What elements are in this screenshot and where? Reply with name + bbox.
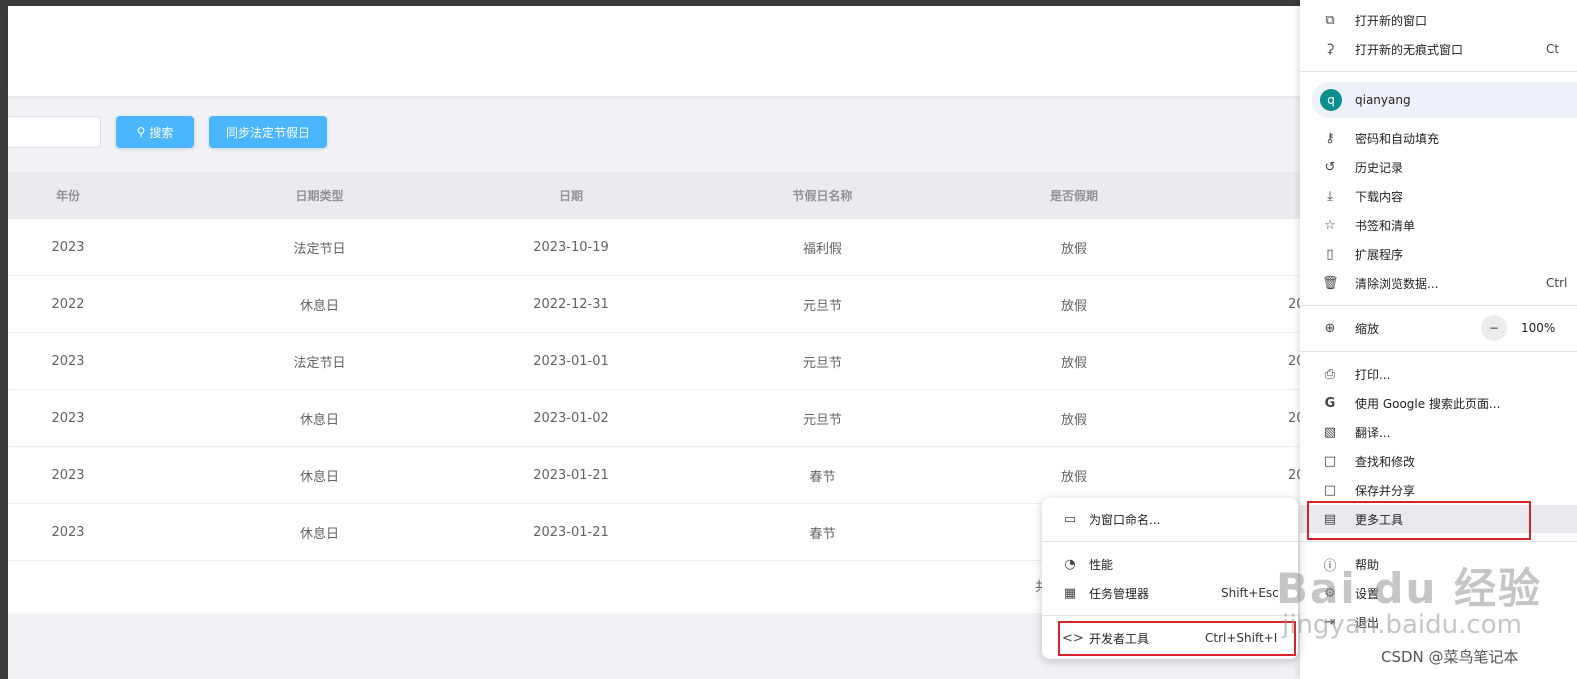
- table-cell: 休息日: [299, 526, 339, 542]
- menu-divider: [1300, 71, 1577, 72]
- table-cell: 元旦节: [802, 412, 842, 428]
- table-row: 2023法定节日2023-01-01元旦节放假2023-0: [8, 333, 1334, 390]
- submenu-name-window[interactable]: ▭ 为窗口命名...: [1042, 505, 1298, 533]
- sync-button-label: 同步法定节假日: [225, 125, 310, 140]
- table-cell: 福利假: [802, 241, 842, 257]
- table-cell: 2023-01-01: [533, 353, 609, 369]
- table-toolbar: ⚲ 搜索 同步法定节假日: [8, 110, 608, 156]
- submenu-divider: [1042, 541, 1298, 542]
- header-year: 年份: [55, 189, 80, 203]
- save-share-icon: □: [1323, 482, 1337, 498]
- trash-icon: 🗑: [1322, 275, 1339, 291]
- menu-save-share[interactable]: □ 保存并分享: [1300, 476, 1577, 504]
- table-cell: 放假: [1060, 469, 1087, 485]
- window-left-edge: [0, 0, 8, 679]
- table-cell: 2023-01-21: [533, 524, 609, 540]
- header-is-holiday: 是否假期: [1049, 189, 1098, 203]
- search-input[interactable]: [8, 116, 101, 148]
- table-cell: 春节: [809, 526, 836, 542]
- table-row: 2022休息日2022-12-31元旦节放假2023-0: [8, 276, 1334, 333]
- menu-google-search[interactable]: G 使用 Google 搜索此页面...: [1300, 389, 1577, 417]
- table-cell: 放假: [1060, 241, 1087, 257]
- table-cell: 2023: [51, 410, 85, 426]
- menu-translate[interactable]: ▧ 翻译...: [1300, 418, 1577, 446]
- table-cell: 春节: [809, 469, 836, 485]
- table-cell: 休息日: [299, 412, 339, 428]
- table-row: 2023休息日2023-01-21春节放假2023-0: [8, 447, 1334, 504]
- header-holiday-name: 节假日名称: [792, 189, 853, 203]
- new-window-icon: ⧉: [1325, 12, 1335, 28]
- table-row: 2023休息日2023-01-02元旦节放假2023-0: [8, 390, 1334, 447]
- table-cell: 2022-12-31: [533, 296, 609, 312]
- search-button[interactable]: ⚲ 搜索: [116, 116, 194, 148]
- table-cell: 元旦节: [802, 355, 842, 371]
- menu-downloads[interactable]: ⤓ 下载内容: [1300, 182, 1577, 210]
- menu-bookmarks[interactable]: ☆ 书签和清单: [1300, 211, 1577, 239]
- table-cell: 2023: [51, 467, 85, 483]
- menu-profile[interactable]: q qianyang: [1312, 82, 1577, 118]
- table-cell: 休息日: [299, 298, 339, 314]
- table-cell: 2023: [51, 239, 85, 255]
- history-icon: ↺: [1324, 159, 1336, 175]
- csdn-credit: CSDN @菜鸟笔记本: [1381, 648, 1519, 666]
- search-icon: ⚲: [136, 125, 146, 139]
- table-cell: 放假: [1060, 355, 1087, 371]
- menu-find-edit[interactable]: □ 查找和修改: [1300, 447, 1577, 475]
- table-cell: 2023-01-02: [533, 410, 609, 426]
- menu-history[interactable]: ↺ 历史记录: [1300, 153, 1577, 181]
- highlight-more-tools: [1307, 501, 1531, 540]
- table-cell: 休息日: [299, 469, 339, 485]
- page-header-panel: [8, 6, 1308, 96]
- download-icon: ⤓: [1327, 188, 1333, 204]
- task-manager-icon: ▦: [1063, 585, 1077, 601]
- table-header: 年份 日期类型 日期 节假日名称 是否假期: [8, 172, 1308, 219]
- baidu-watermark-url: jingyan.baidu.com: [1282, 610, 1522, 640]
- menu-incognito[interactable]: ⚳ 打开新的无痕式窗口 Ct: [1300, 35, 1577, 63]
- zoom-icon: ⊕: [1324, 320, 1336, 336]
- submenu-divider: [1042, 615, 1298, 616]
- table-cell: 放假: [1060, 298, 1087, 314]
- table-cell: 法定节日: [293, 355, 346, 371]
- zoom-out-button[interactable]: −: [1481, 315, 1507, 341]
- table-cell: 2023-10-19: [533, 239, 609, 255]
- menu-print[interactable]: ⎙ 打印...: [1300, 360, 1577, 388]
- header-date: 日期: [558, 189, 583, 203]
- avatar: q: [1320, 89, 1342, 111]
- submenu-task-manager[interactable]: ▦ 任务管理器 Shift+Esc: [1042, 579, 1298, 607]
- menu-extensions[interactable]: ▯ 扩展程序: [1300, 240, 1577, 268]
- puzzle-icon: ▯: [1326, 246, 1334, 262]
- zoom-level: 100%: [1521, 321, 1556, 335]
- table-cell: 元旦节: [802, 298, 842, 314]
- printer-icon: ⎙: [1324, 366, 1336, 382]
- menu-divider: [1300, 305, 1577, 306]
- menu-divider: [1300, 541, 1577, 542]
- menu-new-window[interactable]: ⧉ 打开新的窗口: [1300, 6, 1577, 34]
- find-icon: □: [1323, 453, 1337, 469]
- table-cell: 2023-01-21: [533, 467, 609, 483]
- menu-passwords[interactable]: ⚷ 密码和自动填充: [1300, 124, 1577, 152]
- table-cell: 2023: [51, 524, 85, 540]
- sync-holidays-button[interactable]: 同步法定节假日: [209, 116, 327, 148]
- table-cell: 放假: [1060, 412, 1087, 428]
- menu-zoom: ⊕ 缩放 − 100%: [1300, 314, 1577, 342]
- baidu-watermark-logo: Bai du 经验: [1276, 564, 1542, 613]
- table-cell: 法定节日: [293, 241, 346, 257]
- table-cell: 2022: [51, 296, 85, 312]
- star-icon: ☆: [1324, 217, 1336, 233]
- incognito-icon: ⚳: [1325, 41, 1335, 57]
- header-date-type: 日期类型: [295, 189, 344, 203]
- highlight-devtools: [1058, 621, 1296, 656]
- translate-icon: ▧: [1323, 424, 1337, 440]
- search-button-label: 搜索: [149, 125, 174, 140]
- menu-divider: [1300, 351, 1577, 352]
- table-row: 2023 法定节日 2023-10-19 福利假 放假: [8, 219, 1308, 276]
- google-icon: G: [1324, 395, 1336, 411]
- key-icon: ⚷: [1325, 130, 1335, 146]
- window-icon: ▭: [1063, 511, 1077, 527]
- table-cell: 2023: [51, 353, 85, 369]
- gauge-icon: ◔: [1064, 556, 1076, 572]
- menu-clear-data[interactable]: 🗑 清除浏览数据... Ctrl: [1300, 269, 1577, 297]
- submenu-performance[interactable]: ◔ 性能: [1042, 550, 1298, 578]
